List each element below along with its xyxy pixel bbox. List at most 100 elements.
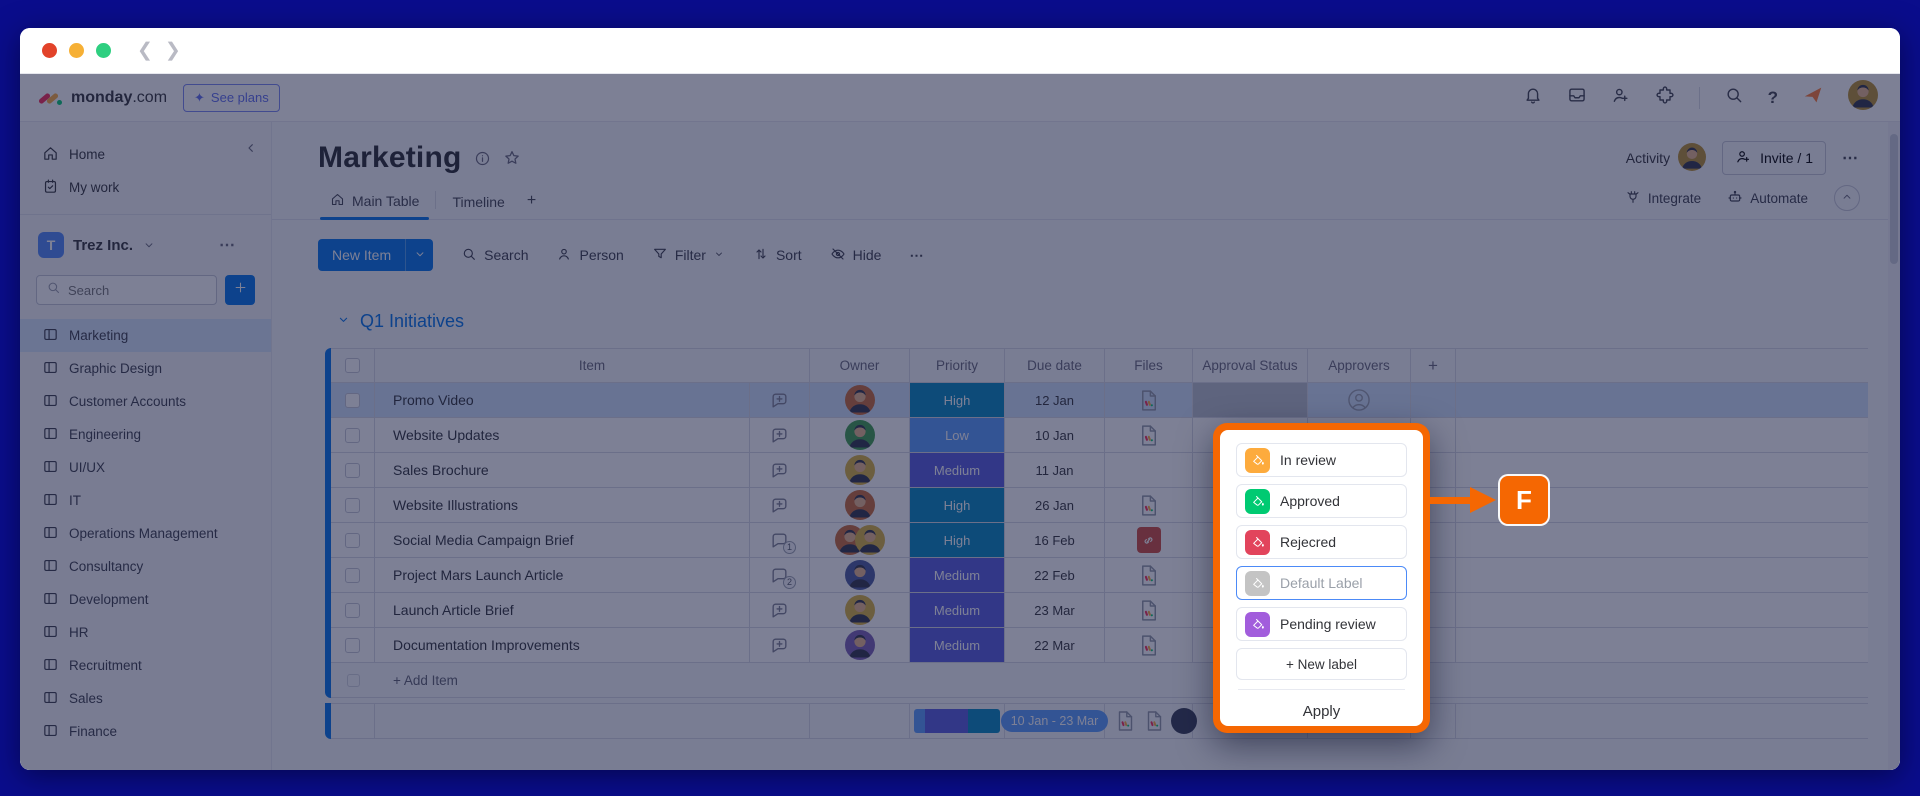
row-checkbox[interactable] xyxy=(331,523,375,558)
automate-button[interactable]: Automate xyxy=(1727,189,1808,208)
due-date-cell[interactable]: 22 Feb xyxy=(1005,558,1105,593)
monday-doc-file-icon[interactable] xyxy=(1136,633,1161,658)
priority-cell[interactable]: High xyxy=(910,488,1005,523)
activity-button[interactable]: Activity xyxy=(1626,143,1706,174)
browser-forward-button[interactable]: ❯ xyxy=(165,39,181,62)
sidebar-item-my-work[interactable]: My work xyxy=(20,171,271,204)
toolbar-more-icon[interactable]: ⋯ xyxy=(909,247,925,264)
item-chat-button[interactable] xyxy=(750,418,810,453)
product-switcher-icon[interactable] xyxy=(1802,84,1824,111)
default-label-input[interactable]: Default Label xyxy=(1236,566,1407,600)
row-checkbox[interactable] xyxy=(331,558,375,593)
monday-doc-file-icon[interactable] xyxy=(1136,388,1161,413)
owner-cell[interactable] xyxy=(810,453,910,488)
search-button[interactable]: Search xyxy=(461,246,528,265)
item-chat-button[interactable] xyxy=(750,383,810,418)
files-cell[interactable] xyxy=(1105,628,1193,663)
sidebar-item-home[interactable]: Home xyxy=(20,138,271,171)
due-date-cell[interactable]: 10 Jan xyxy=(1005,418,1105,453)
owner-cell[interactable] xyxy=(810,418,910,453)
item-chat-button[interactable]: 2 xyxy=(750,558,810,593)
sidebar-board-development[interactable]: Development xyxy=(20,583,271,616)
apps-puzzle-icon[interactable] xyxy=(1655,85,1675,110)
invite-button[interactable]: Invite / 1 xyxy=(1722,141,1826,175)
sidebar-board-finance[interactable]: Finance xyxy=(20,715,271,748)
select-all-checkbox[interactable] xyxy=(331,348,375,383)
user-avatar[interactable] xyxy=(1848,80,1878,115)
due-date-cell[interactable]: 16 Feb xyxy=(1005,523,1105,558)
collapse-header-button[interactable] xyxy=(1834,185,1860,211)
item-chat-button[interactable] xyxy=(750,453,810,488)
add-column-button[interactable]: + xyxy=(1411,348,1456,383)
item-name-cell[interactable]: Website Updates xyxy=(375,418,750,453)
files-cell[interactable] xyxy=(1105,453,1193,488)
files-cell[interactable] xyxy=(1105,418,1193,453)
monday-doc-file-icon[interactable] xyxy=(1136,598,1161,623)
info-icon[interactable] xyxy=(474,150,491,167)
priority-cell[interactable]: Medium xyxy=(910,453,1005,488)
notifications-bell-icon[interactable] xyxy=(1523,85,1543,110)
due-date-cell[interactable]: 26 Jan xyxy=(1005,488,1105,523)
add-item-label[interactable]: + Add Item xyxy=(375,663,1868,698)
integrate-button[interactable]: Integrate xyxy=(1625,189,1701,208)
new-item-button[interactable]: New Item xyxy=(318,239,433,271)
sidebar-board-operations-management[interactable]: Operations Management xyxy=(20,517,271,550)
files-cell[interactable] xyxy=(1105,383,1193,418)
row-checkbox[interactable] xyxy=(331,488,375,523)
due-date-cell[interactable]: 23 Mar xyxy=(1005,593,1105,628)
maximize-window-button[interactable] xyxy=(96,43,111,58)
due-date-cell[interactable]: 12 Jan xyxy=(1005,383,1105,418)
item-name-cell[interactable]: Sales Brochure xyxy=(375,453,750,488)
files-cell[interactable] xyxy=(1105,593,1193,628)
approvers-cell[interactable] xyxy=(1308,383,1411,418)
tab-timeline[interactable]: Timeline xyxy=(440,185,516,219)
files-cell[interactable] xyxy=(1105,523,1193,558)
minimize-window-button[interactable] xyxy=(69,43,84,58)
priority-cell[interactable]: Low xyxy=(910,418,1005,453)
hide-button[interactable]: Hide xyxy=(830,246,882,265)
sort-button[interactable]: Sort xyxy=(753,246,802,265)
sidebar-board-customer-accounts[interactable]: Customer Accounts xyxy=(20,385,271,418)
browser-back-button[interactable]: ❮ xyxy=(137,39,153,62)
sidebar-board-hr[interactable]: HR xyxy=(20,616,271,649)
scrollbar[interactable] xyxy=(1888,122,1900,770)
item-name-cell[interactable]: Project Mars Launch Article xyxy=(375,558,750,593)
item-chat-button[interactable] xyxy=(750,628,810,663)
owner-cell[interactable] xyxy=(810,593,910,628)
owner-cell[interactable] xyxy=(810,558,910,593)
add-board-button[interactable] xyxy=(225,275,255,305)
new-item-dropdown[interactable] xyxy=(405,239,433,271)
item-chat-button[interactable]: 1 xyxy=(750,523,810,558)
item-name-cell[interactable]: Documentation Improvements xyxy=(375,628,750,663)
sidebar-board-marketing[interactable]: Marketing xyxy=(20,319,271,352)
owner-cell[interactable] xyxy=(810,628,910,663)
board-menu-icon[interactable]: ⋯ xyxy=(1842,148,1860,168)
invite-members-icon[interactable] xyxy=(1611,85,1631,110)
priority-cell[interactable]: Medium xyxy=(910,593,1005,628)
close-window-button[interactable] xyxy=(42,43,57,58)
sidebar-board-consultancy[interactable]: Consultancy xyxy=(20,550,271,583)
sidebar-board-graphic-design[interactable]: Graphic Design xyxy=(20,352,271,385)
item-chat-button[interactable] xyxy=(750,488,810,523)
person-filter-button[interactable]: Person xyxy=(556,246,623,265)
row-checkbox[interactable] xyxy=(331,593,375,628)
search-icon[interactable] xyxy=(1724,85,1744,110)
workspace-selector[interactable]: T Trez Inc. ⋯ xyxy=(20,227,271,263)
row-checkbox[interactable] xyxy=(331,383,375,418)
tab-main-table[interactable]: Main Table xyxy=(318,183,431,219)
owner-cell[interactable] xyxy=(810,523,910,558)
priority-cell[interactable]: High xyxy=(910,383,1005,418)
monday-doc-file-icon[interactable] xyxy=(1136,423,1161,448)
item-name-cell[interactable]: Launch Article Brief xyxy=(375,593,750,628)
row-checkbox[interactable] xyxy=(331,453,375,488)
scrollbar-thumb[interactable] xyxy=(1890,134,1898,264)
files-cell[interactable] xyxy=(1105,558,1193,593)
sidebar-board-recruitment[interactable]: Recruitment xyxy=(20,649,271,682)
item-name-cell[interactable]: Promo Video xyxy=(375,383,750,418)
row-checkbox[interactable] xyxy=(331,418,375,453)
priority-cell[interactable]: High xyxy=(910,523,1005,558)
label-option-approved[interactable]: Approved xyxy=(1236,484,1407,518)
filter-button[interactable]: Filter xyxy=(652,246,725,265)
item-name-cell[interactable]: Website Illustrations xyxy=(375,488,750,523)
link-file-icon[interactable] xyxy=(1137,527,1161,553)
